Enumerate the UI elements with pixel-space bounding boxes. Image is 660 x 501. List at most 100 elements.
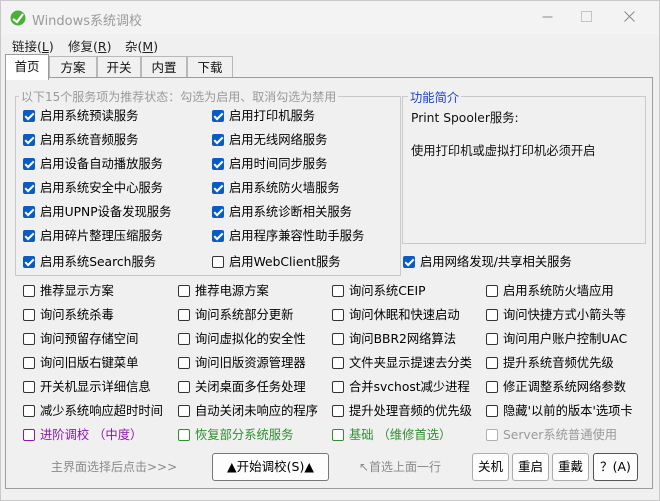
reboot-button[interactable]: 重戴	[552, 453, 589, 481]
service-item-11-checkbox[interactable]	[212, 230, 224, 242]
minimize-icon[interactable]	[529, 7, 565, 29]
option-5-1-label: 自动关闭未响应的程序	[195, 404, 318, 418]
option-0-0-label: 推荐显示方案	[40, 284, 114, 298]
service-item-7-checkbox[interactable]	[212, 182, 224, 194]
service-item-13-label: 启用WebClient服务	[229, 255, 341, 269]
service-item-3-checkbox[interactable]	[212, 134, 224, 146]
tab-plan[interactable]: 方案	[49, 56, 97, 78]
start-tune-button[interactable]: ▲开始调校(S)▲	[212, 453, 329, 481]
option-0-3-checkbox[interactable]	[486, 285, 498, 297]
option-0-0-checkbox[interactable]	[23, 285, 35, 297]
service-item-8-label: 启用UPNP设备发现服务	[40, 205, 172, 219]
service-item-14-checkbox[interactable]	[403, 256, 415, 268]
menu-misc[interactable]: 杂(M)	[125, 36, 158, 55]
restart-button[interactable]: 重启	[512, 453, 549, 481]
hint-left: 主界面选择后点击>>>	[51, 460, 178, 474]
option-4-2-checkbox[interactable]	[332, 381, 344, 393]
mode-option-3-checkbox[interactable]	[486, 429, 498, 441]
service-item-2-label: 启用系统音频服务	[40, 133, 139, 147]
option-1-0-label: 询问系统杀毒	[40, 308, 114, 322]
service-item-11-label: 启用程序兼容性助手服务	[229, 229, 365, 243]
option-0-2-label: 询问系统CEIP	[349, 284, 426, 298]
option-1-3-checkbox[interactable]	[486, 309, 498, 321]
option-5-3-label: 隐藏'以前的版本'选项卡	[503, 404, 633, 418]
option-0-2-checkbox[interactable]	[332, 285, 344, 297]
tab-switch[interactable]: 开关	[97, 56, 141, 78]
option-1-1-checkbox[interactable]	[178, 309, 190, 321]
service-item-10-checkbox[interactable]	[23, 230, 35, 242]
service-item-0-checkbox[interactable]	[23, 110, 35, 122]
mode-option-1-checkbox[interactable]	[178, 429, 190, 441]
mode-option-2-label: 基础 （维修首选）	[349, 428, 452, 442]
option-3-2-label: 文件夹显示提速去分类	[349, 356, 472, 370]
mode-option-2-checkbox[interactable]	[332, 429, 344, 441]
mode-option-1-label: 恢复部分系统服务	[195, 428, 294, 442]
window-title: Windows系统调校	[32, 14, 143, 29]
tab-builtin[interactable]: 内置	[141, 56, 187, 78]
option-0-1-checkbox[interactable]	[178, 285, 190, 297]
service-item-5-checkbox[interactable]	[212, 158, 224, 170]
option-2-2-checkbox[interactable]	[332, 333, 344, 345]
option-2-2-label: 询问BBR2网络算法	[349, 332, 457, 346]
service-item-2-checkbox[interactable]	[23, 134, 35, 146]
option-5-0-label: 减少系统响应超时时间	[40, 404, 163, 418]
option-5-2-label: 提升处理音频的优先级	[349, 404, 472, 418]
close-icon[interactable]	[611, 7, 647, 29]
service-item-13-checkbox[interactable]	[212, 256, 224, 268]
option-5-3-checkbox[interactable]	[486, 405, 498, 417]
shutdown-button[interactable]: 关机	[472, 453, 509, 481]
option-4-2-label: 合并svchost减少进程	[349, 380, 470, 394]
option-4-1-checkbox[interactable]	[178, 381, 190, 393]
option-3-1-checkbox[interactable]	[178, 357, 190, 369]
menu-link-tail: )	[48, 39, 54, 54]
option-3-3-checkbox[interactable]	[486, 357, 498, 369]
option-3-2-checkbox[interactable]	[332, 357, 344, 369]
menu-link-text: 链接(	[12, 39, 42, 54]
option-0-1-label: 推荐电源方案	[195, 284, 269, 298]
menu-misc-text: 杂(	[125, 39, 143, 54]
option-4-0-label: 开关机显示详细信息	[40, 380, 151, 394]
menu-bar: 链接(L) 修复(R) 杂(M)	[1, 35, 659, 55]
service-item-9-checkbox[interactable]	[212, 206, 224, 218]
option-2-1-label: 询问虚拟化的安全性	[195, 332, 306, 346]
service-item-6-label: 启用系统安全中心服务	[40, 181, 163, 195]
tab-home[interactable]: 首页	[5, 54, 49, 80]
option-1-2-checkbox[interactable]	[332, 309, 344, 321]
service-item-1-label: 启用打印机服务	[229, 109, 316, 123]
option-2-0-checkbox[interactable]	[23, 333, 35, 345]
hint-right: ↖首选上面一行	[359, 460, 442, 474]
option-3-0-label: 询问旧版右键菜单	[40, 356, 139, 370]
services-group-title: 以下15个服务项为推荐状态：勾选为启用、取消勾选为禁用	[19, 88, 339, 105]
option-3-0-checkbox[interactable]	[23, 357, 35, 369]
menu-repair-text: 修复(	[68, 39, 98, 54]
option-2-1-checkbox[interactable]	[178, 333, 190, 345]
option-1-0-checkbox[interactable]	[23, 309, 35, 321]
service-item-4-checkbox[interactable]	[23, 158, 35, 170]
option-5-1-checkbox[interactable]	[178, 405, 190, 417]
menu-link[interactable]: 链接(L)	[12, 36, 54, 55]
option-4-0-checkbox[interactable]	[23, 381, 35, 393]
app-window: Windows系统调校 链接(L) 修复(R) 杂(M) 首页 方案 开关 内置…	[0, 0, 660, 501]
intro-line-1: Print Spooler服务:	[411, 111, 519, 125]
service-item-1-checkbox[interactable]	[212, 110, 224, 122]
menu-repair-tail: )	[106, 39, 112, 54]
menu-misc-tail: )	[153, 39, 159, 54]
option-2-0-label: 询问预留存储空间	[40, 332, 139, 346]
title-bar[interactable]: Windows系统调校	[1, 1, 659, 35]
tab-download[interactable]: 下载	[187, 56, 233, 78]
option-5-0-checkbox[interactable]	[23, 405, 35, 417]
menu-repair[interactable]: 修复(R)	[68, 36, 111, 55]
app-icon	[10, 10, 26, 26]
option-4-3-checkbox[interactable]	[486, 381, 498, 393]
option-5-2-checkbox[interactable]	[332, 405, 344, 417]
option-1-3-label: 询问快捷方式小箭头等	[503, 308, 626, 322]
service-item-8-checkbox[interactable]	[23, 206, 35, 218]
option-2-3-checkbox[interactable]	[486, 333, 498, 345]
maximize-icon[interactable]	[568, 7, 604, 29]
service-item-12-checkbox[interactable]	[23, 256, 35, 268]
mode-option-0-checkbox[interactable]	[23, 429, 35, 441]
service-item-6-checkbox[interactable]	[23, 182, 35, 194]
help-button[interactable]: ？(A)	[593, 453, 638, 481]
service-item-12-label: 启用系统Search服务	[40, 255, 157, 269]
option-1-1-label: 询问系统部分更新	[195, 308, 294, 322]
